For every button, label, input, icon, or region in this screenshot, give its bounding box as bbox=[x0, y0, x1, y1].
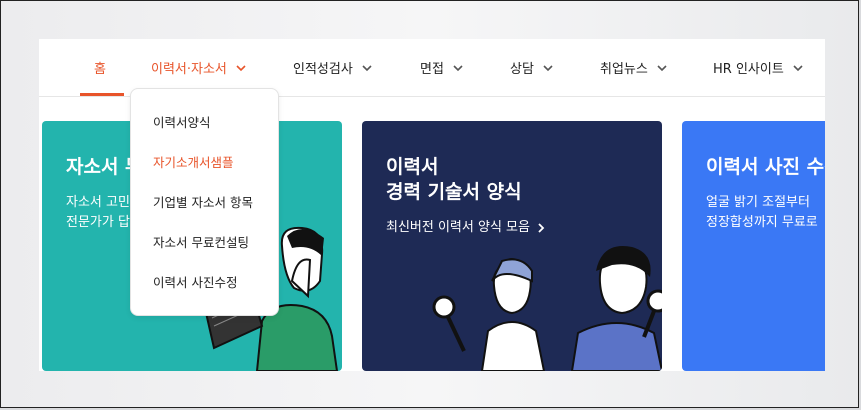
nav-item-label: 취업뉴스 bbox=[600, 62, 648, 77]
submenu-item-resume-template[interactable]: 이력서양식 bbox=[153, 112, 211, 131]
chevron-down-icon bbox=[361, 62, 373, 74]
chevron-down-icon bbox=[452, 62, 464, 74]
card-link-label: 최신버전 이력서 양식 모음 bbox=[386, 220, 530, 235]
nav-item-interview[interactable]: 면접 bbox=[420, 39, 464, 96]
card-link[interactable]: 최신버전 이력서 양식 모음 bbox=[386, 218, 546, 237]
nav-item-label: 인적성검사 bbox=[293, 62, 353, 77]
nav-item-hr-insight[interactable]: HR 인사이트 bbox=[713, 39, 804, 96]
submenu-item-free-consulting[interactable]: 자소서 무료컨설팅 bbox=[153, 232, 249, 251]
banner-card-photo-edit[interactable]: 이력서 사진 수정 얼굴 밝기 조절부터 정장합성까지 무료로 bbox=[682, 121, 825, 371]
nav-item-label: 이력서·자소서 bbox=[151, 62, 227, 77]
submenu-item-company-questions[interactable]: 기업별 자소서 항목 bbox=[153, 192, 253, 211]
chevron-down-icon bbox=[235, 62, 247, 74]
nav-item-label: HR 인사이트 bbox=[713, 62, 784, 77]
nav-item-news[interactable]: 취업뉴스 bbox=[600, 39, 668, 96]
nav-item-counseling[interactable]: 상담 bbox=[510, 39, 554, 96]
submenu-item-cover-letter-sample[interactable]: 자기소개서샘플 bbox=[153, 152, 234, 171]
screenshot-frame: 홈 이력서·자소서 인적성검사 면접 상담 취업뉴스 HR 인사이트 자소서 무… bbox=[0, 0, 859, 408]
nav-item-label: 면접 bbox=[420, 62, 444, 77]
web-page: 홈 이력서·자소서 인적성검사 면접 상담 취업뉴스 HR 인사이트 자소서 무… bbox=[39, 39, 825, 371]
card-subtitle-line2: 전문가가 답 bbox=[66, 215, 130, 230]
chevron-down-icon bbox=[542, 62, 554, 74]
nav-item-label: 홈 bbox=[94, 62, 106, 77]
card-subtitle-line1: 자소서 고민 bbox=[66, 195, 130, 210]
resume-submenu-dropdown: 이력서양식 자기소개서샘플 기업별 자소서 항목 자소서 무료컨설팅 이력서 사… bbox=[130, 88, 279, 316]
chevron-down-icon bbox=[792, 62, 804, 74]
card-subtitle-line1: 얼굴 밝기 조절부터 bbox=[706, 195, 810, 210]
active-tab-underline bbox=[80, 93, 124, 96]
two-people-magnifier-illustration bbox=[432, 246, 662, 371]
nav-item-label: 상담 bbox=[510, 62, 534, 77]
banner-card-resume-templates[interactable]: 이력서 경력 기술서 양식 최신버전 이력서 양식 모음 bbox=[362, 121, 662, 371]
card-subtitle-line2: 정장합성까지 무료로 bbox=[706, 215, 818, 230]
card-title-line1: 이력서 bbox=[386, 156, 439, 178]
card-title: 이력서 사진 수정 bbox=[706, 156, 825, 178]
card-title-line2: 경력 기술서 양식 bbox=[386, 181, 522, 203]
chevron-right-icon bbox=[536, 222, 546, 234]
nav-item-home[interactable]: 홈 bbox=[94, 39, 106, 96]
submenu-item-photo-edit[interactable]: 이력서 사진수정 bbox=[153, 272, 237, 291]
chevron-down-icon bbox=[656, 62, 668, 74]
nav-item-aptitude[interactable]: 인적성검사 bbox=[293, 39, 373, 96]
